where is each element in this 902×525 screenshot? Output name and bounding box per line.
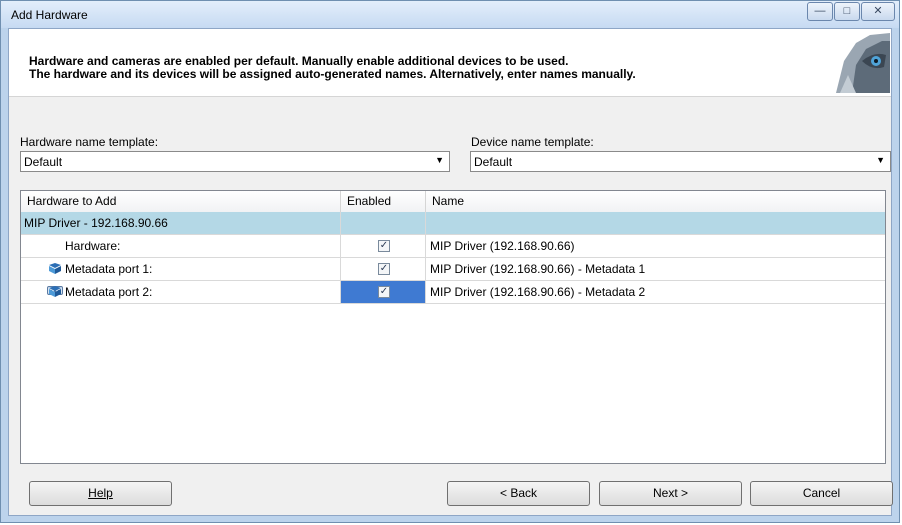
device-name-template-label: Device name template: (471, 135, 594, 149)
enabled-cell[interactable]: ✓ (341, 235, 426, 257)
row-name[interactable]: MIP Driver (192.168.90.66) - Metadata 2 (426, 281, 885, 303)
help-button-label: Help (88, 486, 113, 500)
window-title: Add Hardware (11, 8, 88, 22)
group-row[interactable]: MIP Driver - 192.168.90.66 (21, 212, 885, 235)
enabled-cell-selected[interactable]: ✓ (341, 281, 426, 303)
minimize-button[interactable]: — (807, 2, 833, 21)
next-button-label: Next > (652, 486, 688, 500)
enabled-checkbox[interactable]: ✓ (378, 286, 390, 298)
metadata-icon (49, 263, 61, 274)
back-button[interactable]: < Back (447, 481, 590, 506)
column-header-enabled[interactable]: Enabled (341, 191, 426, 212)
table-row[interactable]: Metadata port 2: ✓ MIP Driver (192.168.9… (21, 281, 885, 304)
grid-header: Hardware to Add Enabled Name (21, 191, 885, 213)
maximize-icon: □ (843, 5, 851, 17)
hardware-name-template-select[interactable]: Default ▼ (20, 151, 450, 172)
device-name-template-select[interactable]: Default ▼ (470, 151, 891, 172)
back-button-label: < Back (499, 486, 538, 500)
minimize-icon: — (814, 5, 826, 17)
info-banner: Hardware and cameras are enabled per def… (9, 29, 891, 97)
table-row[interactable]: Metadata port 1: ✓ MIP Driver (192.168.9… (21, 258, 885, 281)
enabled-checkbox[interactable]: ✓ (378, 263, 390, 275)
wizard-client-area: Hardware and cameras are enabled per def… (8, 28, 893, 516)
dropdown-arrow-icon[interactable]: ▼ (876, 155, 885, 165)
title-bar[interactable]: Add Hardware — □ ✕ (1, 1, 899, 28)
banner-text-line-1: Hardware and cameras are enabled per def… (29, 54, 569, 68)
row-label: Hardware: (21, 235, 341, 257)
enabled-cell[interactable]: ✓ (341, 258, 426, 280)
row-name[interactable]: MIP Driver (192.168.90.66) (426, 235, 885, 257)
next-button[interactable]: Next > (599, 481, 742, 506)
close-icon: ✕ (873, 5, 883, 17)
metadata-icon (49, 286, 61, 297)
help-button[interactable]: Help (29, 481, 172, 506)
cancel-button-label: Cancel (802, 486, 841, 500)
row-name[interactable]: MIP Driver (192.168.90.66) - Metadata 1 (426, 258, 885, 280)
hardware-grid: Hardware to Add Enabled Name MIP Driver … (20, 190, 886, 464)
column-header-name[interactable]: Name (426, 191, 885, 212)
group-row-enabled-cell (341, 212, 426, 234)
banner-text-line-2: The hardware and its devices will be ass… (29, 67, 636, 81)
device-name-template-value: Default (474, 155, 513, 169)
group-row-label: MIP Driver - 192.168.90.66 (21, 212, 341, 234)
table-row[interactable]: Hardware: ✓ MIP Driver (192.168.90.66) (21, 235, 885, 295)
wolf-logo-icon (826, 31, 890, 93)
group-row-name-cell (426, 212, 885, 234)
maximize-button[interactable]: □ (834, 2, 860, 21)
hardware-name-template-label: Hardware name template: (20, 135, 159, 149)
add-hardware-window: Add Hardware — □ ✕ Hardware and cameras … (0, 0, 900, 523)
dropdown-arrow-icon[interactable]: ▼ (435, 155, 444, 165)
close-button[interactable]: ✕ (861, 2, 895, 21)
column-header-hardware[interactable]: Hardware to Add (21, 191, 341, 212)
row-label: Metadata port 2: (21, 281, 341, 303)
cancel-button[interactable]: Cancel (750, 481, 893, 506)
enabled-checkbox[interactable]: ✓ (378, 240, 390, 252)
row-label: Metadata port 1: (21, 258, 341, 280)
hardware-name-template-value: Default (24, 155, 63, 169)
